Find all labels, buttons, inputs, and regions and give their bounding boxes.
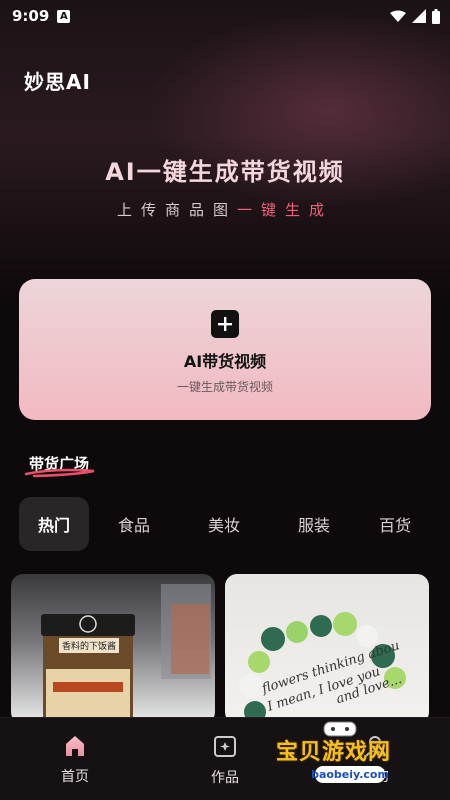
plus-icon bbox=[211, 310, 239, 338]
nav-label-home: 首页 bbox=[61, 768, 89, 785]
tab-general-goods[interactable]: 百货 bbox=[359, 497, 431, 551]
wifi-icon bbox=[390, 10, 406, 22]
nav-label-works: 作品 bbox=[211, 769, 239, 786]
create-card-subtitle: 一键生成带货视频 bbox=[176, 380, 273, 394]
create-card-title: AI带货视频 bbox=[183, 352, 267, 371]
hero-subtitle: 上传商品图一键生成 bbox=[0, 199, 450, 220]
nav-item-works[interactable]: 作品 bbox=[165, 718, 285, 800]
works-icon bbox=[214, 735, 236, 757]
product-card-sauce[interactable]: 香料的下饭酱 bbox=[11, 574, 215, 724]
category-tabs: 热门 食品 美妆 服装 百货 bbox=[19, 497, 450, 551]
product-image-label: 香料的下饭酱 bbox=[59, 638, 120, 653]
watermark-text: 宝贝游戏网 bbox=[276, 740, 392, 765]
hero-subtitle-accent: 一键生成 bbox=[237, 201, 334, 219]
tab-hot[interactable]: 热门 bbox=[19, 497, 89, 551]
nav-item-home[interactable]: 首页 bbox=[15, 718, 135, 800]
tab-clothing[interactable]: 服装 bbox=[269, 497, 359, 551]
product-card-bracelet[interactable]: flowers thinking abou I mean, I love you… bbox=[225, 574, 429, 724]
create-ai-video-card[interactable]: AI带货视频 一键生成带货视频 bbox=[19, 279, 431, 420]
hero-title: AI一键生成带货视频 bbox=[105, 158, 345, 186]
tab-food[interactable]: 食品 bbox=[89, 497, 179, 551]
home-icon bbox=[66, 735, 84, 756]
status-time: 9:09 bbox=[12, 7, 50, 25]
hero-subtitle-plain: 上传商品图 bbox=[116, 201, 237, 219]
watermark-url: baobeiy.com bbox=[311, 766, 389, 783]
battery-icon bbox=[432, 8, 440, 24]
status-bar: 9:09 A bbox=[0, 0, 450, 32]
hero-background bbox=[0, 0, 450, 300]
notification-badge-icon: A bbox=[57, 9, 71, 23]
signal-icon bbox=[412, 9, 426, 23]
tab-beauty[interactable]: 美妆 bbox=[179, 497, 269, 551]
section-underline-decoration bbox=[24, 468, 95, 478]
site-watermark: 宝贝游戏网 baobeiy.com bbox=[270, 718, 450, 800]
app-logo: 妙思AI bbox=[24, 70, 91, 94]
